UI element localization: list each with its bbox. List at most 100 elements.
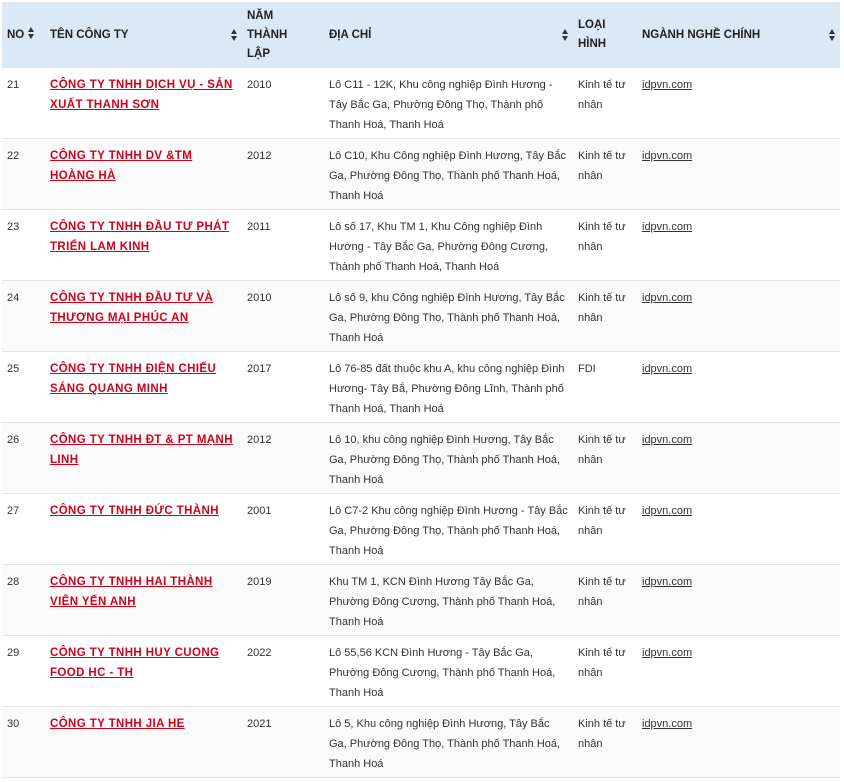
company-name-link[interactable]: CÔNG TY TNHH HUY CUONG FOOD HC - TH xyxy=(50,647,219,679)
sort-icon[interactable] xyxy=(231,28,238,42)
header-year-label: NĂM THÀNH LẬP xyxy=(247,9,288,60)
header-address[interactable]: ĐỊA CHỈ xyxy=(324,2,573,68)
company-type: Kinh tế tư nhân xyxy=(578,221,626,253)
company-address: Lô C10, Khu Công nghiệp Đình Hương, Tây … xyxy=(329,150,566,202)
industry-link[interactable]: idpvn.com xyxy=(642,718,692,730)
row-number: 26 xyxy=(7,434,20,446)
company-type: Kinh tế tư nhân xyxy=(578,505,626,537)
company-name-link[interactable]: CÔNG TY TNHH ĐT & PT MẠNH LINH xyxy=(50,434,233,466)
founded-year: 2010 xyxy=(247,79,272,91)
cell-type: FDI xyxy=(573,351,637,423)
table-row: 21 CÔNG TY TNHH DỊCH VỤ - SẢN XUẤT THANH… xyxy=(2,68,840,139)
header-type-label: LOẠI HÌNH xyxy=(578,19,607,50)
row-number: 30 xyxy=(7,718,20,730)
cell-no: 26 xyxy=(2,422,45,494)
industry-link[interactable]: idpvn.com xyxy=(642,79,692,91)
company-name-link[interactable]: CÔNG TY TNHH ĐIỆN CHIẾU SÁNG QUANG MINH xyxy=(50,363,216,395)
industry-link[interactable]: idpvn.com xyxy=(642,292,692,304)
company-address: Lô 76-85 đất thuộc khu A, khu công nghiệ… xyxy=(329,363,565,415)
company-address: Lô C7-2 Khu công nghiệp Đình Hương - Tây… xyxy=(329,505,568,557)
founded-year: 2012 xyxy=(247,434,272,446)
row-number: 23 xyxy=(7,221,20,233)
row-number: 28 xyxy=(7,576,20,588)
company-address: Lô 10, khu công nghiệp Đình Hương, Tây B… xyxy=(329,434,561,486)
header-no[interactable]: NO xyxy=(2,2,45,68)
table-row: 24 CÔNG TY TNHH ĐẦU TƯ VÀ THƯƠNG MẠI PHÚ… xyxy=(2,280,840,352)
company-name-link[interactable]: CÔNG TY TNHH DV &TM HOÀNG HÀ xyxy=(50,150,192,182)
industry-link[interactable]: idpvn.com xyxy=(642,434,692,446)
company-type: Kinh tế tư nhân xyxy=(578,576,626,608)
founded-year: 2011 xyxy=(247,221,271,233)
sort-icon[interactable] xyxy=(829,28,836,42)
cell-type: Kinh tế tư nhân xyxy=(573,493,637,565)
company-type: Kinh tế tư nhân xyxy=(578,150,626,182)
cell-address: Lô C10, Khu Công nghiệp Đình Hương, Tây … xyxy=(324,138,573,210)
cell-year: 2022 xyxy=(242,635,324,707)
header-address-label: ĐỊA CHỈ xyxy=(329,28,372,41)
sort-icon[interactable] xyxy=(28,26,35,40)
cell-industry: idpvn.com xyxy=(637,422,840,494)
cell-address: Lô 55,56 KCN Đình Hương - Tây Bắc Ga, Ph… xyxy=(324,635,573,707)
company-type: Kinh tế tư nhân xyxy=(578,434,626,466)
row-number: 29 xyxy=(7,647,20,659)
cell-name: CÔNG TY TNHH HAI THÀNH VIÊN YẾN ANH xyxy=(45,564,242,636)
company-name-link[interactable]: CÔNG TY TNHH DỊCH VỤ - SẢN XUẤT THANH SƠ… xyxy=(50,79,233,111)
cell-name: CÔNG TY TNHH JIA HE xyxy=(45,706,242,778)
table-row: 30 CÔNG TY TNHH JIA HE 2021 Lô 5, Khu cô… xyxy=(2,706,840,778)
company-name-link[interactable]: CÔNG TY TNHH ĐỨC THÀNH xyxy=(50,505,219,517)
cell-industry: idpvn.com xyxy=(637,138,840,210)
cell-year: 2019 xyxy=(242,564,324,636)
cell-industry: idpvn.com xyxy=(637,493,840,565)
company-type: Kinh tế tư nhân xyxy=(578,647,626,679)
cell-name: CÔNG TY TNHH ĐT & PT MẠNH LINH xyxy=(45,422,242,494)
company-name-link[interactable]: CÔNG TY TNHH HAI THÀNH VIÊN YẾN ANH xyxy=(50,576,213,608)
company-name-link[interactable]: CÔNG TY TNHH JIA HE xyxy=(50,718,185,730)
cell-type: Kinh tế tư nhân xyxy=(573,209,637,281)
cell-industry: idpvn.com xyxy=(637,209,840,281)
company-type: Kinh tế tư nhân xyxy=(578,718,626,750)
sort-icon[interactable] xyxy=(562,28,569,42)
header-name[interactable]: TÊN CÔNG TY xyxy=(45,2,242,68)
cell-name: CÔNG TY TNHH ĐẦU TƯ VÀ THƯƠNG MẠI PHÚC A… xyxy=(45,280,242,352)
cell-name: CÔNG TY TNHH DỊCH VỤ - SẢN XUẤT THANH SƠ… xyxy=(45,68,242,139)
cell-year: 2010 xyxy=(242,280,324,352)
cell-year: 2017 xyxy=(242,351,324,423)
cell-industry: idpvn.com xyxy=(637,68,840,139)
cell-address: Lô số 9, khu Công nghiệp Đình Hương, Tây… xyxy=(324,280,573,352)
cell-address: Lô C7-2 Khu công nghiệp Đình Hương - Tây… xyxy=(324,493,573,565)
header-year: NĂM THÀNH LẬP xyxy=(242,2,324,68)
company-address: Lô C11 - 12K, Khu công nghiệp Đình Hương… xyxy=(329,79,553,131)
company-name-link[interactable]: CÔNG TY TNHH ĐẦU TƯ VÀ THƯƠNG MẠI PHÚC A… xyxy=(50,292,213,324)
industry-link[interactable]: idpvn.com xyxy=(642,363,692,375)
cell-industry: idpvn.com xyxy=(637,635,840,707)
cell-no: 23 xyxy=(2,209,45,281)
industry-link[interactable]: idpvn.com xyxy=(642,576,692,588)
industry-link[interactable]: idpvn.com xyxy=(642,221,692,233)
cell-year: 2012 xyxy=(242,422,324,494)
company-type: Kinh tế tư nhân xyxy=(578,292,626,324)
header-industry-label: NGÀNH NGHỀ CHÍNH xyxy=(642,28,761,41)
company-name-link[interactable]: CÔNG TY TNHH ĐẦU TƯ PHÁT TRIỂN LAM KINH xyxy=(50,221,229,253)
cell-name: CÔNG TY TNHH ĐIỆN CHIẾU SÁNG QUANG MINH xyxy=(45,351,242,423)
founded-year: 2021 xyxy=(247,718,272,730)
industry-link[interactable]: idpvn.com xyxy=(642,505,692,517)
industry-link[interactable]: idpvn.com xyxy=(642,647,692,659)
table-row: 23 CÔNG TY TNHH ĐẦU TƯ PHÁT TRIỂN LAM KI… xyxy=(2,209,840,281)
table-row: 27 CÔNG TY TNHH ĐỨC THÀNH 2001 Lô C7-2 K… xyxy=(2,493,840,565)
cell-industry: idpvn.com xyxy=(637,280,840,352)
industry-link[interactable]: idpvn.com xyxy=(642,150,692,162)
cell-industry: idpvn.com xyxy=(637,351,840,423)
row-number: 24 xyxy=(7,292,20,304)
cell-address: Lô 10, khu công nghiệp Đình Hương, Tây B… xyxy=(324,422,573,494)
row-number: 22 xyxy=(7,150,20,162)
cell-type: Kinh tế tư nhân xyxy=(573,138,637,210)
cell-name: CÔNG TY TNHH HUY CUONG FOOD HC - TH xyxy=(45,635,242,707)
cell-type: Kinh tế tư nhân xyxy=(573,564,637,636)
table-row: 25 CÔNG TY TNHH ĐIỆN CHIẾU SÁNG QUANG MI… xyxy=(2,351,840,423)
cell-no: 27 xyxy=(2,493,45,565)
header-name-label: TÊN CÔNG TY xyxy=(50,28,129,41)
company-address: Lô số 17, Khu TM 1, Khu Công nghiệp Đình… xyxy=(329,221,549,273)
header-industry[interactable]: NGÀNH NGHỀ CHÍNH xyxy=(637,2,840,68)
company-type: Kinh tế tư nhân xyxy=(578,79,626,111)
table-row: 29 CÔNG TY TNHH HUY CUONG FOOD HC - TH 2… xyxy=(2,635,840,707)
